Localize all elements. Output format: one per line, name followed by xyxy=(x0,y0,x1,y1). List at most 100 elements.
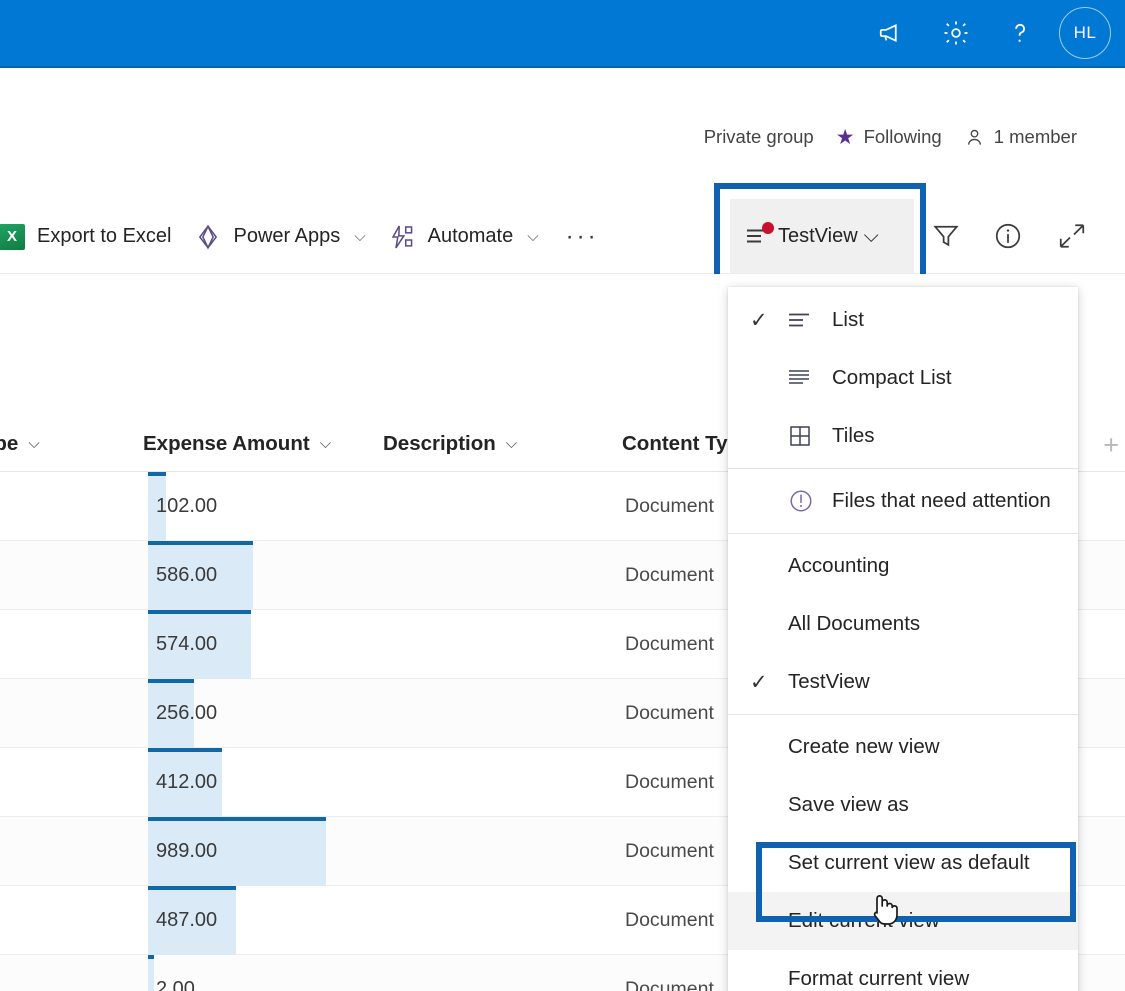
column-header-type-label: Type xyxy=(0,431,19,455)
gear-icon[interactable] xyxy=(931,8,981,58)
menu-item-label: All Documents xyxy=(788,612,921,635)
menu-divider xyxy=(728,714,1078,715)
cell-expense-amount: 412.00 xyxy=(148,748,223,817)
column-header-expense-amount-label: Expense Amount xyxy=(143,431,310,455)
filter-icon[interactable] xyxy=(916,199,976,273)
person-icon xyxy=(964,127,985,148)
checkmark-icon: ✓ xyxy=(750,308,768,332)
menu-item-tiles[interactable]: Tiles xyxy=(728,407,1078,465)
cell-content-type: Document xyxy=(625,909,714,931)
powerapps-icon xyxy=(194,223,222,251)
excel-icon: X xyxy=(0,223,25,250)
menu-item-label: Accounting xyxy=(788,554,890,577)
chevron-down-icon: ⌵ xyxy=(527,228,539,245)
menu-divider xyxy=(728,468,1078,469)
menu-item-format-current-view[interactable]: Format current view xyxy=(728,950,1078,991)
menu-item-list[interactable]: ✓ List xyxy=(728,291,1078,349)
menu-item-all-documents[interactable]: All Documents xyxy=(728,595,1078,653)
cell-expense-amount: 256.00 xyxy=(148,679,217,748)
expense-amount-value: 989.00 xyxy=(156,840,218,862)
menu-item-label: Create new view xyxy=(788,735,940,758)
checkmark-icon: ✓ xyxy=(750,670,768,694)
chevron-down-icon: ⌵ xyxy=(28,435,40,452)
column-header-type[interactable]: Type ⌵ xyxy=(0,432,40,456)
alert-icon xyxy=(788,488,818,514)
menu-item-testview[interactable]: ✓ TestView xyxy=(728,653,1078,711)
menu-item-label: Set current view as default xyxy=(788,851,1030,874)
menu-item-label: List xyxy=(832,308,864,331)
more-commands-button[interactable]: ··· xyxy=(550,208,615,266)
chevron-down-icon: ⌵ xyxy=(863,224,879,247)
suite-bar: HL xyxy=(0,0,1125,66)
compact-list-icon xyxy=(788,369,818,387)
avatar-initials: HL xyxy=(1073,23,1097,42)
export-to-excel-label: Export to Excel xyxy=(37,225,172,247)
chevron-down-icon: ⌵ xyxy=(354,228,366,245)
expense-amount-value: 487.00 xyxy=(156,909,218,931)
power-apps-label: Power Apps xyxy=(233,225,341,247)
menu-divider xyxy=(728,533,1078,534)
expense-amount-value: 2.00 xyxy=(156,978,195,991)
cell-content-type: Document xyxy=(625,702,714,724)
view-selector-label: TestView xyxy=(778,224,858,247)
cell-expense-amount: 586.00 xyxy=(148,541,254,610)
cell-content-type: Document xyxy=(625,840,714,862)
column-header-content-type-label: Content Ty xyxy=(622,431,728,455)
automate-button[interactable]: Automate ⌵ xyxy=(377,208,550,266)
cell-expense-amount: 102.00 xyxy=(148,472,217,541)
help-icon[interactable] xyxy=(995,8,1045,58)
cell-content-type: Document xyxy=(625,633,714,655)
add-column-icon[interactable]: + xyxy=(1103,430,1119,461)
mouse-cursor xyxy=(868,886,904,935)
cell-content-type: Document xyxy=(625,978,714,991)
following-button[interactable]: ★ Following xyxy=(836,126,942,148)
menu-item-label: TestView xyxy=(788,670,870,693)
export-to-excel-button[interactable]: X Export to Excel xyxy=(0,208,183,266)
column-header-description[interactable]: Description ⌵ xyxy=(383,432,517,456)
menu-item-label: Edit current view xyxy=(788,909,940,932)
automate-label: Automate xyxy=(427,225,514,247)
expense-amount-value: 256.00 xyxy=(156,702,218,724)
expand-icon[interactable] xyxy=(1042,199,1102,273)
column-header-content-type[interactable]: Content Ty xyxy=(622,432,728,456)
menu-item-label: Files that need attention xyxy=(832,489,1051,512)
power-apps-button[interactable]: Power Apps ⌵ xyxy=(183,208,377,266)
menu-item-accounting[interactable]: Accounting xyxy=(728,537,1078,595)
chevron-down-icon: ⌵ xyxy=(505,435,518,452)
cell-expense-amount: 2.00 xyxy=(148,955,195,991)
cell-content-type: Document xyxy=(625,495,714,517)
menu-item-label: Compact List xyxy=(832,366,952,389)
following-label: Following xyxy=(863,126,942,147)
members-label: 1 member xyxy=(993,126,1077,147)
menu-item-create-new-view[interactable]: Create new view xyxy=(728,718,1078,776)
menu-item-label: Save view as xyxy=(788,793,909,816)
column-header-description-label: Description xyxy=(383,431,496,455)
info-icon[interactable] xyxy=(978,199,1038,273)
cell-expense-amount: 487.00 xyxy=(148,886,236,955)
expense-amount-value: 574.00 xyxy=(156,633,218,655)
list-view-icon xyxy=(746,222,774,246)
menu-item-compact-list[interactable]: Compact List xyxy=(728,349,1078,407)
avatar[interactable]: HL xyxy=(1059,7,1111,59)
automate-icon xyxy=(388,223,416,251)
expense-amount-value: 102.00 xyxy=(156,495,218,517)
cell-expense-amount: 574.00 xyxy=(148,610,252,679)
members-button[interactable]: 1 member xyxy=(964,126,1077,148)
expense-amount-value: 586.00 xyxy=(156,564,218,586)
chevron-down-icon: ⌵ xyxy=(319,435,332,452)
menu-item-label: Tiles xyxy=(832,424,875,447)
unsaved-changes-dot xyxy=(762,222,774,234)
view-selector-button[interactable]: TestView ⌵ xyxy=(730,199,914,273)
star-icon: ★ xyxy=(835,125,855,149)
menu-item-save-view-as[interactable]: Save view as xyxy=(728,776,1078,834)
privacy-text: Private group xyxy=(703,126,814,147)
megaphone-icon[interactable] xyxy=(867,8,917,58)
menu-item-label: Format current view xyxy=(788,967,970,990)
cell-content-type: Document xyxy=(625,564,714,586)
suite-bar-underline xyxy=(0,66,1125,68)
cell-expense-amount: 989.00 xyxy=(148,817,327,886)
menu-item-files-that-need-attention[interactable]: Files that need attention xyxy=(728,472,1078,530)
cell-content-type: Document xyxy=(625,771,714,793)
column-header-expense-amount[interactable]: Expense Amount ⌵ xyxy=(143,432,331,456)
menu-item-set-current-view-as-default[interactable]: Set current view as default xyxy=(728,834,1078,892)
